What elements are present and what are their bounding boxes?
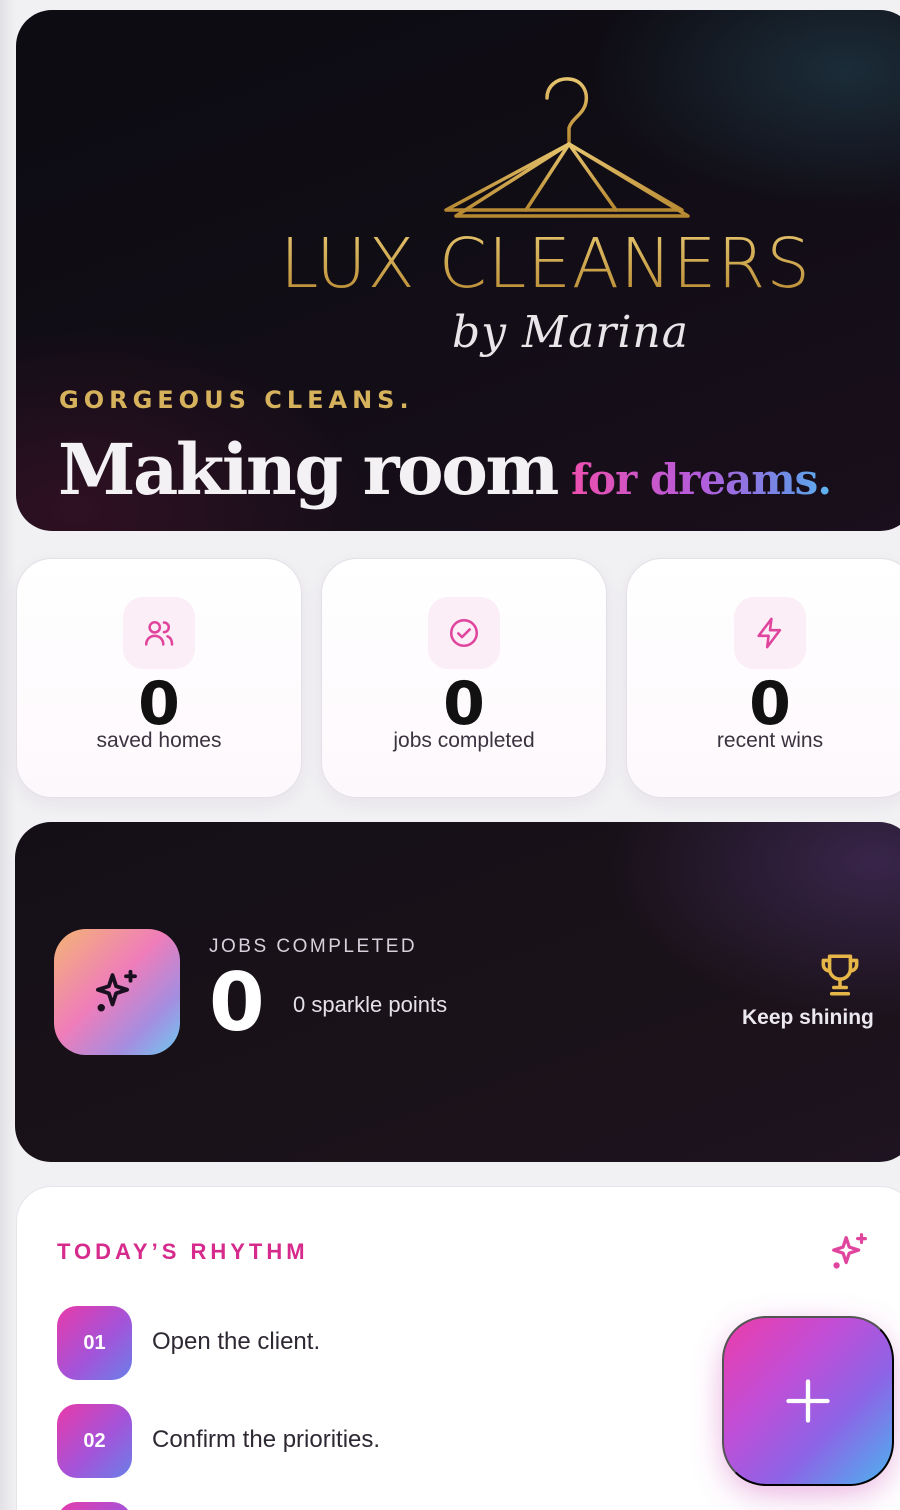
stat-card-jobs-completed[interactable]: 0 jobs completed xyxy=(321,558,607,798)
step-number: 01 xyxy=(57,1306,132,1380)
jobs-completed-panel: JOBS COMPLETED 0 0 sparkle points Keep s… xyxy=(15,822,900,1162)
stat-card-saved-homes[interactable]: 0 saved homes xyxy=(16,558,302,798)
users-icon xyxy=(123,597,195,669)
step-text: Open the client. xyxy=(152,1328,321,1355)
brand-signature: by Marina xyxy=(452,307,689,358)
check-circle-icon xyxy=(428,597,500,669)
stat-label: jobs completed xyxy=(393,729,535,752)
sparkles-icon xyxy=(54,929,180,1055)
keep-shining-label: Keep shining xyxy=(742,1006,874,1029)
stat-label: recent wins xyxy=(716,729,824,752)
plus-icon xyxy=(786,1379,830,1423)
lightning-icon xyxy=(734,597,806,669)
stat-label: saved homes xyxy=(96,729,222,752)
brand-name: LUX CLEANERS xyxy=(280,230,860,299)
hero-banner: LUX CLEANERS by Marina GORGEOUS CLEANS. … xyxy=(16,10,900,531)
rhythm-title: TODAY’S RHYTHM xyxy=(57,1239,309,1264)
app-screen: LUX CLEANERS by Marina GORGEOUS CLEANS. … xyxy=(0,0,900,1510)
step-text: Confirm the priorities. xyxy=(152,1426,381,1453)
stat-card-recent-wins[interactable]: 0 recent wins xyxy=(626,558,900,798)
add-button[interactable] xyxy=(722,1316,894,1486)
jobs-eyebrow: JOBS COMPLETED xyxy=(209,936,418,957)
jobs-count: 0 xyxy=(209,956,265,1049)
step-number: 02 xyxy=(57,1404,132,1478)
brand-logo: LUX CLEANERS by Marina xyxy=(276,62,856,392)
trophy-icon xyxy=(821,954,859,996)
hanger-icon xyxy=(444,77,690,218)
hero-headline: Making room for dreams. xyxy=(58,428,832,511)
hero-eyebrow: GORGEOUS CLEANS. xyxy=(59,386,414,414)
sparkle-points: 0 sparkle points xyxy=(293,992,448,1017)
sparkles-icon xyxy=(832,1233,867,1269)
headline-accent: for dreams. xyxy=(570,455,832,504)
step-number xyxy=(57,1502,132,1510)
headline-main: Making room xyxy=(58,428,559,511)
